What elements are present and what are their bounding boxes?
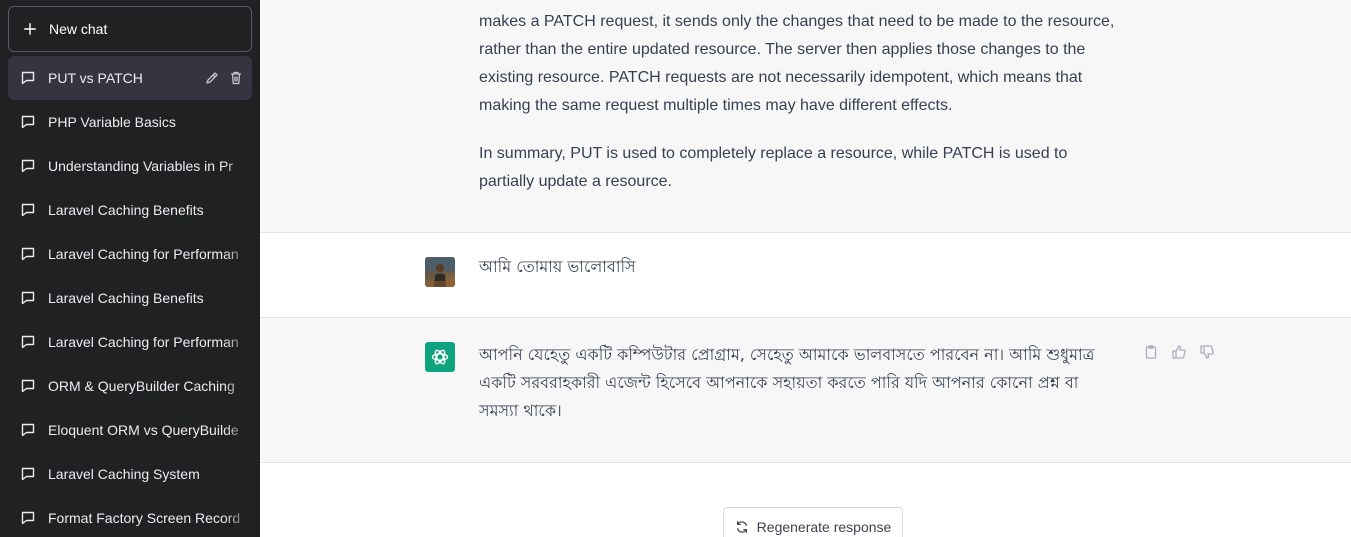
openai-logo-icon <box>431 349 449 365</box>
chat-item-label: Laravel Caching for Performan <box>48 246 239 262</box>
chat-item[interactable]: PHP Variable Basics <box>8 100 252 144</box>
new-chat-button[interactable]: New chat <box>8 6 252 52</box>
chat-item-label: Understanding Variables in Pr <box>48 158 233 174</box>
user-photo-icon <box>425 257 455 287</box>
chat-history-list: PUT vs PATCH PHP Variable Basics Underst… <box>8 56 252 537</box>
chat-item[interactable]: Laravel Caching for Performan <box>8 320 252 364</box>
regenerate-response-button[interactable]: Regenerate response <box>723 507 903 537</box>
message-actions <box>1143 344 1215 360</box>
message-icon <box>21 159 35 173</box>
message-icon <box>21 247 35 261</box>
chat-item[interactable]: Format Factory Screen Record <box>8 496 252 537</box>
conversation-panel: makes a PATCH request, it sends only the… <box>260 0 1351 537</box>
new-chat-label: New chat <box>49 21 108 37</box>
chat-item-label: Eloquent ORM vs QueryBuilde <box>48 422 239 438</box>
message-icon <box>21 115 35 129</box>
assistant-avatar <box>425 342 455 372</box>
thumbs-down-icon[interactable] <box>1199 344 1215 360</box>
chat-item[interactable]: Laravel Caching System <box>8 452 252 496</box>
chat-item[interactable]: ORM & QueryBuilder Caching <box>8 364 252 408</box>
chat-item[interactable]: Understanding Variables in Pr <box>8 144 252 188</box>
user-avatar <box>425 257 455 287</box>
chat-item-label: Laravel Caching for Performan <box>48 334 239 350</box>
chat-item[interactable]: Eloquent ORM vs QueryBuilde <box>8 408 252 452</box>
trash-icon[interactable] <box>228 70 244 86</box>
chat-item-label: Laravel Caching Benefits <box>48 290 204 306</box>
assistant-message: আপনি যেহেতু একটি কম্পিউটার প্রোগ্রাম, সে… <box>260 318 1351 463</box>
message-icon <box>21 423 35 437</box>
chat-item[interactable]: Laravel Caching Benefits <box>8 276 252 320</box>
chat-item-label: Laravel Caching System <box>48 466 200 482</box>
chat-item-active[interactable]: PUT vs PATCH <box>8 56 252 100</box>
assistant-message-text: makes a PATCH request, it sends only the… <box>479 8 1119 216</box>
message-icon <box>21 335 35 349</box>
edit-icon[interactable] <box>204 70 220 86</box>
regenerate-label: Regenerate response <box>756 519 892 535</box>
message-paragraph: In summary, PUT is used to completely re… <box>479 145 1068 190</box>
chat-item-label: Laravel Caching Benefits <box>48 202 204 218</box>
clipboard-icon[interactable] <box>1143 344 1159 360</box>
assistant-message-previous: makes a PATCH request, it sends only the… <box>260 0 1351 233</box>
chat-item[interactable]: Laravel Caching for Performan <box>8 232 252 276</box>
assistant-message-text: আপনি যেহেতু একটি কম্পিউটার প্রোগ্রাম, সে… <box>479 345 1095 420</box>
chat-item-label: PUT vs PATCH <box>48 70 143 86</box>
chat-item[interactable]: Laravel Caching Benefits <box>8 188 252 232</box>
message-icon <box>21 71 35 85</box>
message-paragraph: makes a PATCH request, it sends only the… <box>479 13 1115 114</box>
chat-item-label: PHP Variable Basics <box>48 114 176 130</box>
user-message: আমি তোমায় ভালোবাসি <box>260 233 1351 318</box>
chat-item-label: Format Factory Screen Record <box>48 510 241 526</box>
message-icon <box>21 203 35 217</box>
chat-item-label: ORM & QueryBuilder Caching <box>48 378 235 394</box>
sidebar: New chat PUT vs PATCH PHP Variable Basic… <box>0 0 260 537</box>
message-icon <box>21 291 35 305</box>
thumbs-up-icon[interactable] <box>1171 344 1187 360</box>
message-icon <box>21 467 35 481</box>
user-message-text: আমি তোমায় ভালোবাসি <box>479 257 636 276</box>
plus-icon <box>24 23 36 35</box>
refresh-icon <box>736 521 747 533</box>
message-icon <box>21 511 35 525</box>
message-icon <box>21 379 35 393</box>
